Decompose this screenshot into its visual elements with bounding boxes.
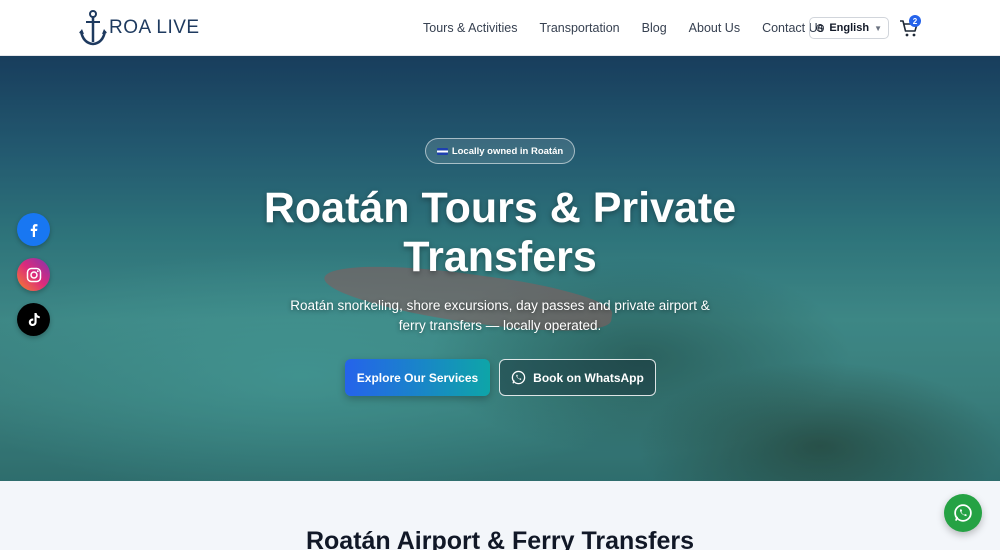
facebook-link[interactable] <box>17 213 50 246</box>
tiktok-link[interactable] <box>17 303 50 336</box>
explore-services-button[interactable]: Explore Our Services <box>345 359 490 396</box>
nav-item-tours[interactable]: Tours & Activities <box>423 21 517 35</box>
brand-logo[interactable]: ROA LIVE <box>79 9 200 47</box>
hero-subtitle: Roatán snorkeling, shore excursions, day… <box>290 298 710 333</box>
book-whatsapp-button[interactable]: Book on WhatsApp <box>499 359 656 396</box>
badge-label: Locally owned in Roatán <box>451 145 564 157</box>
main-nav: Tours & Activities Transportation Blog A… <box>423 0 846 56</box>
globe-icon <box>816 24 824 32</box>
transfers-section: Roatán Airport & Ferry Transfers <box>0 481 1000 550</box>
instagram-link[interactable] <box>17 258 50 291</box>
cart-count-badge: 2 <box>909 15 921 27</box>
hero-title: Roatán Tours & Private Transfers <box>263 184 737 281</box>
nav-item-blog[interactable]: Blog <box>642 21 667 35</box>
hero-section: Locally owned in Roatán Roatán Tours & P… <box>0 56 1000 481</box>
chevron-down-icon: ▼ <box>874 23 882 33</box>
language-selector[interactable]: English ▼ <box>809 17 889 39</box>
explore-services-label: Explore Our Services <box>356 370 479 385</box>
brand-name: ROA LIVE <box>109 17 200 38</box>
nav-item-about[interactable]: About Us <box>689 21 740 35</box>
anchor-icon <box>79 10 107 46</box>
locally-owned-badge: Locally owned in Roatán <box>425 138 575 164</box>
facebook-icon <box>30 223 37 237</box>
section-title: Roatán Airport & Ferry Transfers <box>305 527 695 550</box>
book-whatsapp-label: Book on WhatsApp <box>533 370 644 385</box>
site-header: ROA LIVE Tours & Activities Transportati… <box>0 0 1000 56</box>
nav-item-transportation[interactable]: Transportation <box>539 21 619 35</box>
whatsapp-float-button[interactable] <box>944 494 982 532</box>
instagram-icon <box>26 267 41 282</box>
whatsapp-icon <box>954 504 972 522</box>
hero-content: Locally owned in Roatán Roatán Tours & P… <box>0 56 1000 481</box>
whatsapp-icon <box>511 370 526 385</box>
honduras-flag-icon <box>436 147 448 155</box>
tiktok-icon <box>28 313 40 326</box>
language-label: English <box>829 22 870 34</box>
